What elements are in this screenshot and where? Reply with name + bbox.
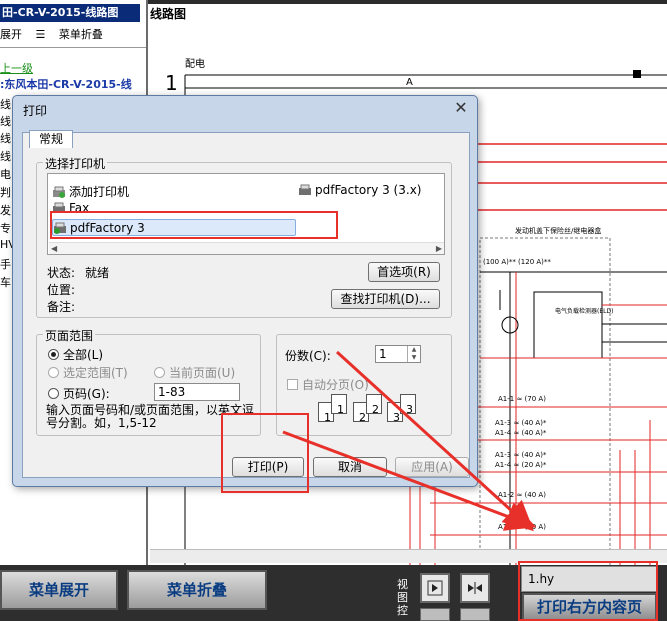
tree-item[interactable]: 手 (0, 256, 11, 272)
eld-label: 电气负载检测器(ELD) (555, 307, 613, 315)
dialog-title: 打印 (23, 104, 48, 118)
left-panel-toolbar: 展开 ☰ 菜单折叠 (0, 26, 113, 42)
tree-item[interactable]: 判 (0, 184, 11, 200)
comment-label: 备注: (47, 300, 76, 314)
horizontal-scrollbar[interactable] (150, 549, 667, 563)
fax-icon (52, 202, 66, 214)
fit-width-icon (468, 582, 482, 594)
range-selection-radio[interactable]: 选定范围(T) (48, 364, 128, 381)
print-button[interactable]: 打印(P) (232, 457, 304, 477)
tree-item[interactable]: 线 (0, 113, 11, 129)
fuse-label: A1-3 ≈ (40 A)* (495, 419, 547, 427)
tree-item[interactable]: 线 (0, 96, 11, 112)
printer-group-label: 选择打印机 (43, 155, 108, 172)
default-printer-icon (53, 222, 67, 234)
tree-item[interactable]: 专 (0, 220, 11, 236)
range-current-radio[interactable]: 当前页面(U) (154, 364, 235, 381)
view-button-row2[interactable] (420, 608, 450, 621)
collapse-icon[interactable]: ☰ (36, 28, 49, 41)
preferences-button[interactable]: 首选项(R) (368, 262, 440, 282)
collapse-link[interactable]: 菜单折叠 (59, 28, 103, 41)
status-value: 就绪 (85, 266, 110, 280)
fuse-label: A1-4 ≈ (20 A)* (495, 461, 547, 469)
range-all-radio[interactable]: 全部(L) (48, 346, 103, 363)
menu-collapse-button[interactable]: 菜单折叠 (127, 570, 267, 610)
arrow-right-icon (427, 580, 443, 596)
diagram-page-number: 1 (165, 71, 178, 95)
printer-list: 添加打印机 pdfFactory 3 (3.x) Fax pdfFactory … (47, 173, 445, 255)
fuse-label: A1-5 ≈ (30 A) (498, 523, 546, 531)
menu-expand-button[interactable]: 菜单展开 (0, 570, 118, 610)
tree-item[interactable]: 车 (0, 274, 11, 290)
fuse-label: A1-4 ≈ (40 A)* (495, 429, 547, 437)
app-window: 田-CR-V-2015-线路图 展开 ☰ 菜单折叠 上一级 :东风本田-CR-V… (0, 0, 667, 621)
range-pages-radio[interactable]: 页码(G): (48, 385, 110, 402)
tree-item[interactable]: 电 (0, 166, 11, 182)
apply-button[interactable]: 应用(A) (395, 457, 469, 477)
fuse-box-title: 发动机盖下保险丝/继电器盒 (515, 226, 601, 235)
pages-hint: 输入页面号码和/或页面范围，以英文逗号分割。如，1,5-12 (46, 403, 255, 430)
up-level-link[interactable]: 上一级 (0, 60, 33, 76)
collate-checkbox[interactable]: 自动分页(O) (287, 376, 369, 393)
cancel-button[interactable]: 取消 (313, 457, 387, 477)
print-dialog: 打印 ✕ 常规 选择打印机 添加打印机 pdfFactory 3 (3.x) F… (12, 95, 478, 487)
view-fit-button[interactable] (460, 573, 490, 603)
pages-input[interactable]: 1-83 (154, 383, 240, 401)
expand-link[interactable]: 展开 (0, 28, 22, 41)
find-printer-button[interactable]: 查找打印机(D)... (331, 289, 440, 309)
left-panel-title: 田-CR-V-2015-线路图 (0, 4, 140, 22)
view-button-row2[interactable] (460, 608, 490, 621)
printer-add[interactable]: 添加打印机 (52, 183, 129, 200)
collate-page: 1 (331, 394, 347, 416)
top-strip (148, 0, 667, 4)
printer-name: Fax (69, 201, 90, 215)
document-link[interactable]: :东风本田-CR-V-2015-线 (0, 76, 132, 92)
tree-item[interactable]: 发 (0, 202, 11, 218)
fuse-top-label: (100 A)** (120 A)** (483, 258, 551, 266)
printer-name: pdfFactory 3 (70, 220, 145, 235)
tab-general[interactable]: 常规 (29, 130, 73, 148)
status-label: 状态: (47, 266, 76, 280)
fuse-label: A1-3 ≈ (40 A)* (495, 451, 547, 459)
printer-name: pdfFactory 3 (3.x) (315, 183, 422, 197)
eld-box (533, 291, 603, 359)
fuse-label: A1-1 ≈ (70 A) (498, 395, 546, 403)
printer-icon (298, 184, 312, 196)
printer-fax[interactable]: Fax (52, 201, 89, 215)
copies-label: 份数(C): (285, 349, 331, 363)
tree-item[interactable]: 线 (0, 148, 11, 164)
location-label: 位置: (47, 283, 76, 297)
view-next-button[interactable] (420, 573, 450, 603)
divider (0, 47, 146, 48)
printer-name: 添加打印机 (69, 185, 130, 199)
collate-page: 2 (366, 394, 382, 416)
page-range-label: 页面范围 (43, 327, 96, 344)
diagram-column-a: A (406, 77, 413, 88)
page-input[interactable]: 1.hy (521, 566, 657, 592)
fuse-label: A1-2 ≈ (40 A) (498, 491, 546, 499)
add-printer-icon (52, 186, 66, 198)
printer-list-scrollbar[interactable]: ◀ ▶ (49, 242, 444, 254)
collate-page: 3 (400, 394, 416, 416)
printer-pdffactory-3x[interactable]: pdfFactory 3 (3.x) (298, 183, 421, 197)
copies-spinner[interactable]: ▲ ▼ (407, 346, 420, 362)
tree-item[interactable]: 线 (0, 130, 11, 146)
close-icon[interactable]: ✕ (453, 100, 469, 116)
diagram-label-peidian: 配电 (185, 57, 205, 70)
printer-pdffactory-3[interactable]: pdfFactory 3 (52, 219, 296, 236)
print-right-pages-button[interactable]: 打印右方内容页 (522, 593, 657, 621)
view-control-label: 视图控 (397, 578, 408, 617)
